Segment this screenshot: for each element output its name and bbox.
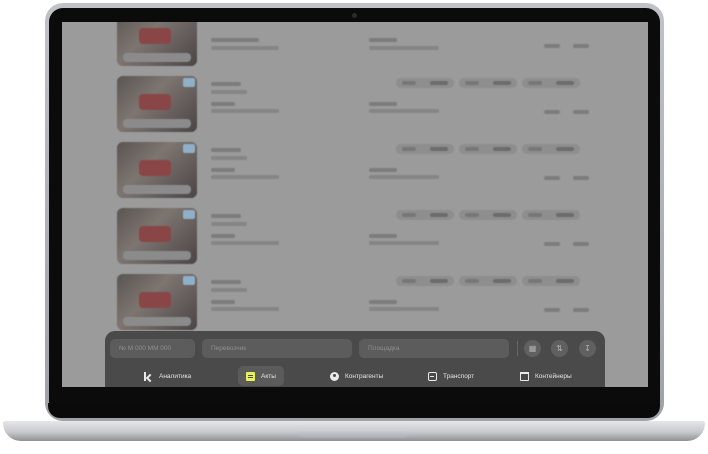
act-row[interactable] — [111, 76, 601, 142]
nav-contractors-label: Контрагенты — [345, 372, 384, 380]
act-photo — [117, 22, 197, 66]
act-row[interactable] — [111, 22, 601, 76]
number-search-input[interactable]: № М 000 ММ 000 — [110, 339, 195, 358]
document-icon — [246, 371, 255, 381]
nav-containers[interactable]: Контейнеры — [520, 366, 572, 386]
act-photo — [117, 142, 197, 198]
bin-icon — [520, 371, 529, 381]
laptop-hinge-notch — [297, 430, 411, 438]
camera — [352, 13, 357, 18]
carrier-search-input[interactable]: Перевозчик — [202, 339, 352, 358]
nav-analytics-label: Аналитика — [159, 372, 192, 380]
bottom-toolbar: № М 000 ММ 000 Перевозчик Площадка ▦ ⇅ ↧… — [105, 331, 605, 387]
nav-acts[interactable]: Акты — [238, 366, 284, 386]
nav-acts-label: Акты — [261, 372, 276, 380]
app-screen: № М 000 ММ 000 Перевозчик Площадка ▦ ⇅ ↧… — [62, 22, 648, 387]
act-photo — [117, 274, 197, 330]
nav-transport[interactable]: Транспорт — [428, 366, 474, 386]
nav-contractors[interactable]: Контрагенты — [330, 366, 383, 386]
area-search-input[interactable]: Площадка — [359, 339, 509, 358]
toolbar-divider — [517, 341, 518, 356]
screen-chin — [48, 403, 660, 418]
act-photo — [117, 76, 197, 132]
chart-icon — [144, 371, 153, 381]
acts-list — [111, 22, 601, 340]
nav-transport-label: Транспорт — [443, 372, 475, 380]
calendar-icon[interactable]: ▦ — [524, 340, 541, 357]
nav-analytics[interactable]: Аналитика — [144, 366, 191, 386]
download-icon[interactable]: ↧ — [579, 340, 596, 357]
act-photo — [117, 208, 197, 264]
bus-icon — [428, 371, 437, 381]
nav-containers-label: Контейнеры — [535, 372, 572, 380]
act-row[interactable] — [111, 208, 601, 274]
person-icon — [330, 371, 339, 381]
sort-icon[interactable]: ⇅ — [551, 340, 568, 357]
act-row[interactable] — [111, 142, 601, 208]
